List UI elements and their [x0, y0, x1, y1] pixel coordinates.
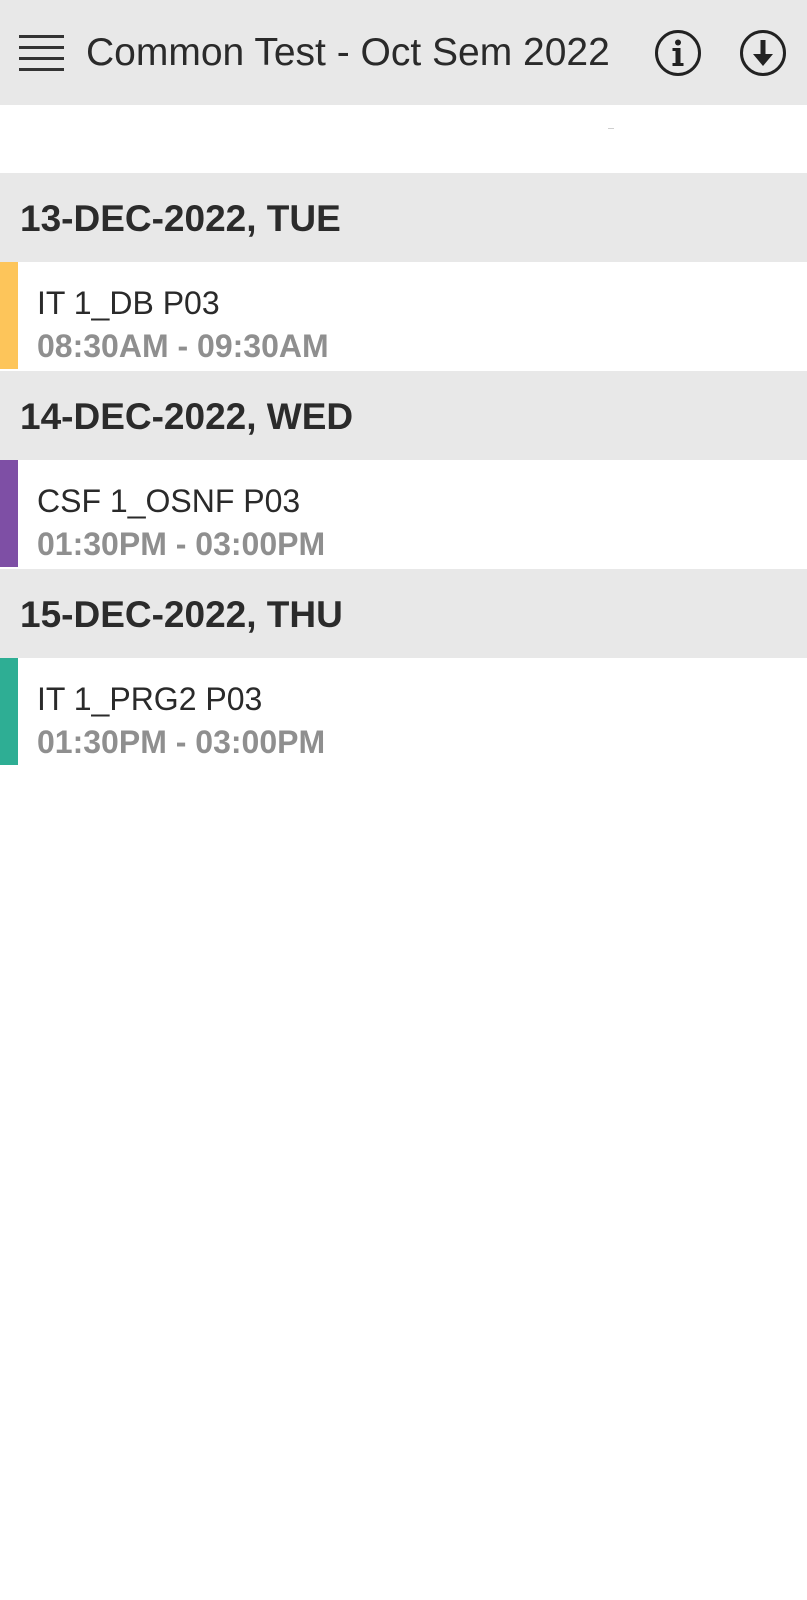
event-name: IT 1_DB P03: [37, 285, 220, 321]
event-time: 01:30PM - 03:00PM: [37, 526, 326, 562]
info-icon: [655, 30, 701, 76]
download-icon: [740, 30, 786, 76]
app-toolbar: Common Test - Oct Sem 2022: [0, 0, 807, 105]
event-time: 08:30AM - 09:30AM: [37, 328, 329, 364]
date-label: 15-DEC-2022, THU: [20, 594, 343, 635]
event-time: 01:30PM - 03:00PM: [37, 724, 326, 760]
divider-mark: [608, 128, 614, 129]
download-button[interactable]: [739, 29, 787, 77]
info-button[interactable]: [654, 29, 702, 77]
event-color-bar: [0, 460, 18, 567]
event-name: CSF 1_OSNF P03: [37, 483, 301, 519]
date-label: 13-DEC-2022, TUE: [20, 198, 341, 239]
list-item[interactable]: IT 1_PRG2 P03 01:30PM - 03:00PM: [0, 658, 807, 767]
event-color-bar: [0, 262, 18, 369]
list-item[interactable]: CSF 1_OSNF P03 01:30PM - 03:00PM: [0, 460, 807, 569]
event-color-bar: [0, 658, 18, 765]
date-header: 14-DEC-2022, WED: [0, 371, 807, 460]
date-label: 14-DEC-2022, WED: [20, 396, 354, 437]
list-item[interactable]: IT 1_DB P03 08:30AM - 09:30AM: [0, 262, 807, 371]
hamburger-menu-icon[interactable]: [19, 35, 64, 71]
schedule-list: 13-DEC-2022, TUE IT 1_DB P03 08:30AM - 0…: [0, 173, 807, 767]
page-title: Common Test - Oct Sem 2022: [86, 31, 610, 74]
date-header: 15-DEC-2022, THU: [0, 569, 807, 658]
date-header: 13-DEC-2022, TUE: [0, 173, 807, 262]
event-name: IT 1_PRG2 P03: [37, 681, 263, 717]
